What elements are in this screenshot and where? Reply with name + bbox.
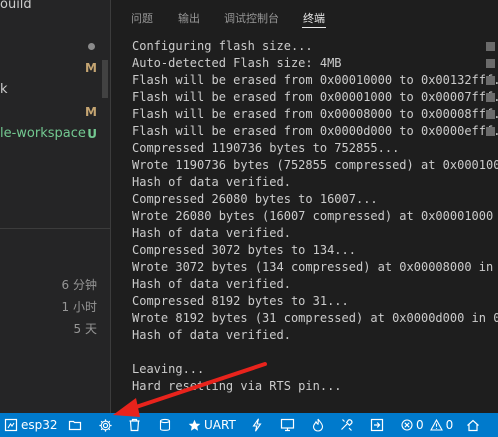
tool-icon — [341, 419, 353, 431]
git-modified-badge: M — [85, 105, 97, 119]
terminal-line: Flash will be erased from 0x00010000 to … — [132, 73, 498, 87]
idf-target-label: esp32 — [21, 418, 58, 432]
warning-count: 0 — [445, 418, 454, 432]
scrollbar-marker — [486, 127, 495, 136]
sidebar-item-build[interactable]: ouild — [0, 0, 110, 15]
scrollbar-marker — [486, 42, 495, 51]
sdk-config-editor-button[interactable] — [98, 413, 113, 437]
tab-terminal[interactable]: 终端 — [302, 10, 326, 28]
terminal-line: Configuring flash size... — [132, 39, 313, 53]
timeline-entry-time[interactable]: 6 分钟 — [62, 276, 97, 293]
warning-icon — [429, 419, 443, 431]
terminal-arrow-icon — [370, 418, 384, 432]
terminal-line: Compressed 1190736 bytes to 752855... — [132, 141, 400, 155]
sidebar-scrollbar[interactable] — [102, 60, 108, 98]
uart-label: UART — [204, 418, 236, 432]
error-icon — [401, 419, 413, 431]
home-icon — [467, 419, 479, 431]
terminal-line: Wrote 3072 bytes (134 compressed) at 0x0… — [132, 260, 498, 274]
scrollbar-marker — [486, 59, 495, 68]
terminal-output[interactable]: Configuring flash size... Auto-detected F… — [132, 38, 498, 413]
terminal-line: Hash of data verified. — [132, 226, 291, 240]
terminal-line: Leaving... — [132, 362, 205, 376]
monitor-icon — [280, 418, 295, 432]
problems-button[interactable]: 0 0 — [401, 413, 453, 437]
status-bar: esp32 UART 0 0 — [0, 413, 498, 437]
full-clean-button[interactable] — [128, 413, 141, 437]
unsaved-dot-icon — [88, 43, 95, 50]
timeline-divider — [0, 228, 110, 229]
timeline-entry-time[interactable]: 1 小时 — [62, 298, 97, 315]
terminal-line: Wrote 8192 bytes (31 compressed) at 0x00… — [132, 311, 498, 325]
terminal-line: Auto-detected Flash size: 4MB — [132, 56, 342, 70]
sidebar-item-label: k — [0, 82, 8, 97]
sidebar-item-workspace[interactable]: le-workspace U — [0, 124, 110, 144]
custom-task-button[interactable] — [340, 413, 354, 437]
scrollbar-marker — [486, 76, 495, 85]
flash-button[interactable] — [252, 413, 262, 437]
folder-icon — [68, 420, 82, 431]
error-count: 0 — [416, 418, 424, 432]
explorer-sidebar: ouild M k M le-workspace U 6 分钟 1 小时 5 天 — [0, 0, 110, 413]
flame-icon — [312, 418, 324, 432]
git-modified-badge: M — [85, 61, 97, 75]
terminal-line: Compressed 26080 bytes to 16007... — [132, 192, 378, 206]
trash-icon — [129, 418, 140, 432]
timeline-entry-time[interactable]: 5 天 — [74, 320, 97, 337]
terminal-line: Wrote 1190736 bytes (752855 compressed) … — [132, 158, 498, 172]
terminal-line: Flash will be erased from 0x0000d000 to … — [132, 124, 498, 138]
terminal-line: Hash of data verified. — [132, 277, 291, 291]
flash-method-button[interactable] — [159, 413, 171, 437]
open-terminal-button[interactable] — [370, 413, 384, 437]
sidebar-item-modified-1[interactable]: M — [0, 58, 110, 78]
sidebar-item-modified-2[interactable]: M — [0, 102, 110, 122]
tab-debug-console[interactable]: 调试控制台 — [224, 10, 279, 26]
bottom-panel: 问题 输出 调试控制台 终端 Configuring flash size...… — [111, 0, 498, 413]
sdkconfig-button[interactable] — [68, 413, 82, 437]
scrollbar-marker — [486, 93, 495, 102]
lightning-icon — [252, 418, 262, 432]
star-icon — [188, 419, 201, 431]
terminal-line: Wrote 26080 bytes (16007 compressed) at … — [132, 209, 498, 223]
home-button[interactable] — [466, 413, 480, 437]
tab-output[interactable]: 输出 — [178, 10, 200, 26]
cylinder-icon — [159, 418, 171, 431]
terminal-scrollbar-markers — [486, 42, 495, 144]
terminal-line: Hash of data verified. — [132, 175, 291, 189]
uart-flash-method-button[interactable]: UART — [188, 413, 236, 437]
chip-icon — [4, 418, 18, 432]
panel-tabs: 问题 输出 调试控制台 终端 — [111, 0, 498, 34]
gear-icon — [99, 418, 112, 432]
terminal-line: Compressed 3072 bytes to 134... — [132, 243, 356, 257]
idf-target-button[interactable]: esp32 — [4, 413, 58, 437]
terminal-line: Hash of data verified. — [132, 328, 291, 342]
sidebar-item-label: le-workspace — [0, 126, 86, 141]
sidebar-item-label: ouild — [0, 0, 32, 12]
sidebar-item-k[interactable]: k — [0, 80, 110, 100]
tab-problems[interactable]: 问题 — [131, 10, 153, 26]
build-flash-monitor-button[interactable] — [312, 413, 324, 437]
terminal-line: Flash will be erased from 0x00008000 to … — [132, 107, 498, 121]
terminal-line: Flash will be erased from 0x00001000 to … — [132, 90, 498, 104]
scrollbar-marker — [486, 110, 495, 119]
monitor-button[interactable] — [280, 413, 295, 437]
terminal-line: Hard resetting via RTS pin... — [132, 379, 342, 393]
sidebar-item-unsaved[interactable] — [0, 36, 110, 56]
terminal-line: Compressed 8192 bytes to 31... — [132, 294, 349, 308]
git-untracked-badge: U — [87, 127, 97, 141]
